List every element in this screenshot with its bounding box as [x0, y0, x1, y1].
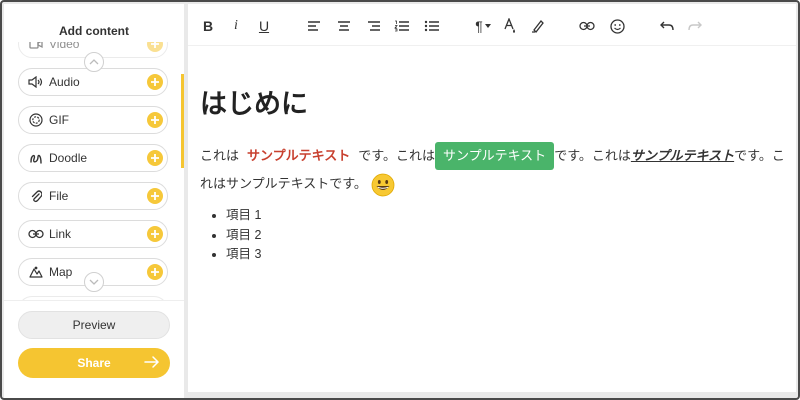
content-item-link[interactable]: Link [18, 220, 168, 248]
text-segment: これは [200, 148, 240, 163]
app-window: Add content Video Audio GIF Doodle File … [0, 0, 800, 400]
plus-icon[interactable] [147, 112, 163, 128]
italic-button[interactable]: i [228, 16, 244, 36]
editor-panel: B i U ¶ はじめに これは サンプルテキスト です。これは サンプルテキス… [188, 4, 796, 392]
paragraph-icon: ¶ [475, 18, 483, 34]
audio-icon [23, 76, 49, 88]
content-item-file[interactable]: File [18, 182, 168, 210]
plus-icon[interactable] [147, 264, 163, 280]
video-icon [23, 42, 49, 50]
content-item-audio[interactable]: Audio [18, 68, 168, 96]
link-icon [23, 229, 49, 239]
green-highlight-text: サンプルテキスト [434, 142, 555, 170]
redo-icon[interactable] [686, 16, 704, 36]
plus-icon[interactable] [147, 150, 163, 166]
content-item-label: Video [49, 42, 80, 51]
grinning-emoji-icon [371, 173, 395, 197]
bold-button[interactable]: B [200, 16, 216, 36]
text-color-icon[interactable] [502, 16, 518, 36]
doodle-icon [23, 151, 49, 165]
add-content-sidebar: Add content Video Audio GIF Doodle File … [4, 4, 184, 398]
plus-icon[interactable] [147, 42, 163, 52]
scroll-down-button[interactable] [84, 272, 104, 292]
highlighter-icon[interactable] [530, 16, 546, 36]
sidebar-title: Add content [59, 24, 129, 38]
content-item-label: File [49, 189, 69, 203]
underline-button[interactable]: U [256, 16, 272, 36]
content-item-label: Audio [49, 75, 80, 89]
preview-button[interactable]: Preview [18, 311, 170, 339]
content-item-label: Map [49, 265, 73, 279]
sidebar-scroll-indicator [181, 74, 184, 168]
content-item-gif[interactable]: GIF [18, 106, 168, 134]
divider [4, 300, 184, 301]
document-heading[interactable]: はじめに [200, 82, 308, 121]
bullet-list[interactable]: 項目 1 項目 2 項目 3 [226, 206, 261, 265]
plus-icon[interactable] [147, 188, 163, 204]
content-item-doodle[interactable]: Doodle [18, 144, 168, 172]
plus-icon[interactable] [147, 74, 163, 90]
bullet-list-icon[interactable] [424, 16, 440, 36]
list-item: 項目 1 [226, 206, 261, 226]
align-left-icon[interactable] [306, 16, 322, 36]
content-item-label: Doodle [49, 151, 88, 165]
italic-underline-text: サンプルテキスト [630, 148, 735, 163]
list-item: 項目 2 [226, 226, 261, 246]
link-icon[interactable] [578, 16, 596, 36]
align-right-icon[interactable] [366, 16, 382, 36]
share-label: Share [77, 356, 111, 370]
document-paragraph[interactable]: これは サンプルテキスト です。これは サンプルテキスト です。これはサンプルテキストで… [200, 142, 790, 198]
text-segment: です。これは [358, 148, 435, 163]
content-item-label: GIF [49, 113, 69, 127]
chevron-down-icon [89, 279, 99, 285]
caret-down-icon [484, 24, 491, 28]
emoji-icon[interactable] [608, 16, 626, 36]
list-item: 項目 3 [226, 245, 261, 265]
chevron-up-icon [89, 59, 99, 65]
share-button[interactable]: Share [18, 348, 170, 378]
map-icon [23, 266, 49, 278]
paragraph-style-button[interactable]: ¶ [472, 16, 494, 36]
paperclip-icon [23, 189, 49, 203]
scroll-up-button[interactable] [84, 52, 104, 72]
arrow-right-icon [144, 355, 160, 372]
gif-icon [23, 113, 49, 127]
undo-icon[interactable] [658, 16, 676, 36]
content-item-label: Link [49, 227, 72, 241]
red-bold-text: サンプルテキスト [247, 148, 351, 163]
ordered-list-icon[interactable] [394, 16, 410, 36]
text-segment: です。これは [554, 148, 631, 163]
formatting-toolbar: B i U ¶ [188, 4, 796, 46]
plus-icon[interactable] [147, 226, 163, 242]
align-center-icon[interactable] [336, 16, 352, 36]
content-list[interactable]: Video Audio GIF Doodle File Link Map [4, 42, 184, 300]
